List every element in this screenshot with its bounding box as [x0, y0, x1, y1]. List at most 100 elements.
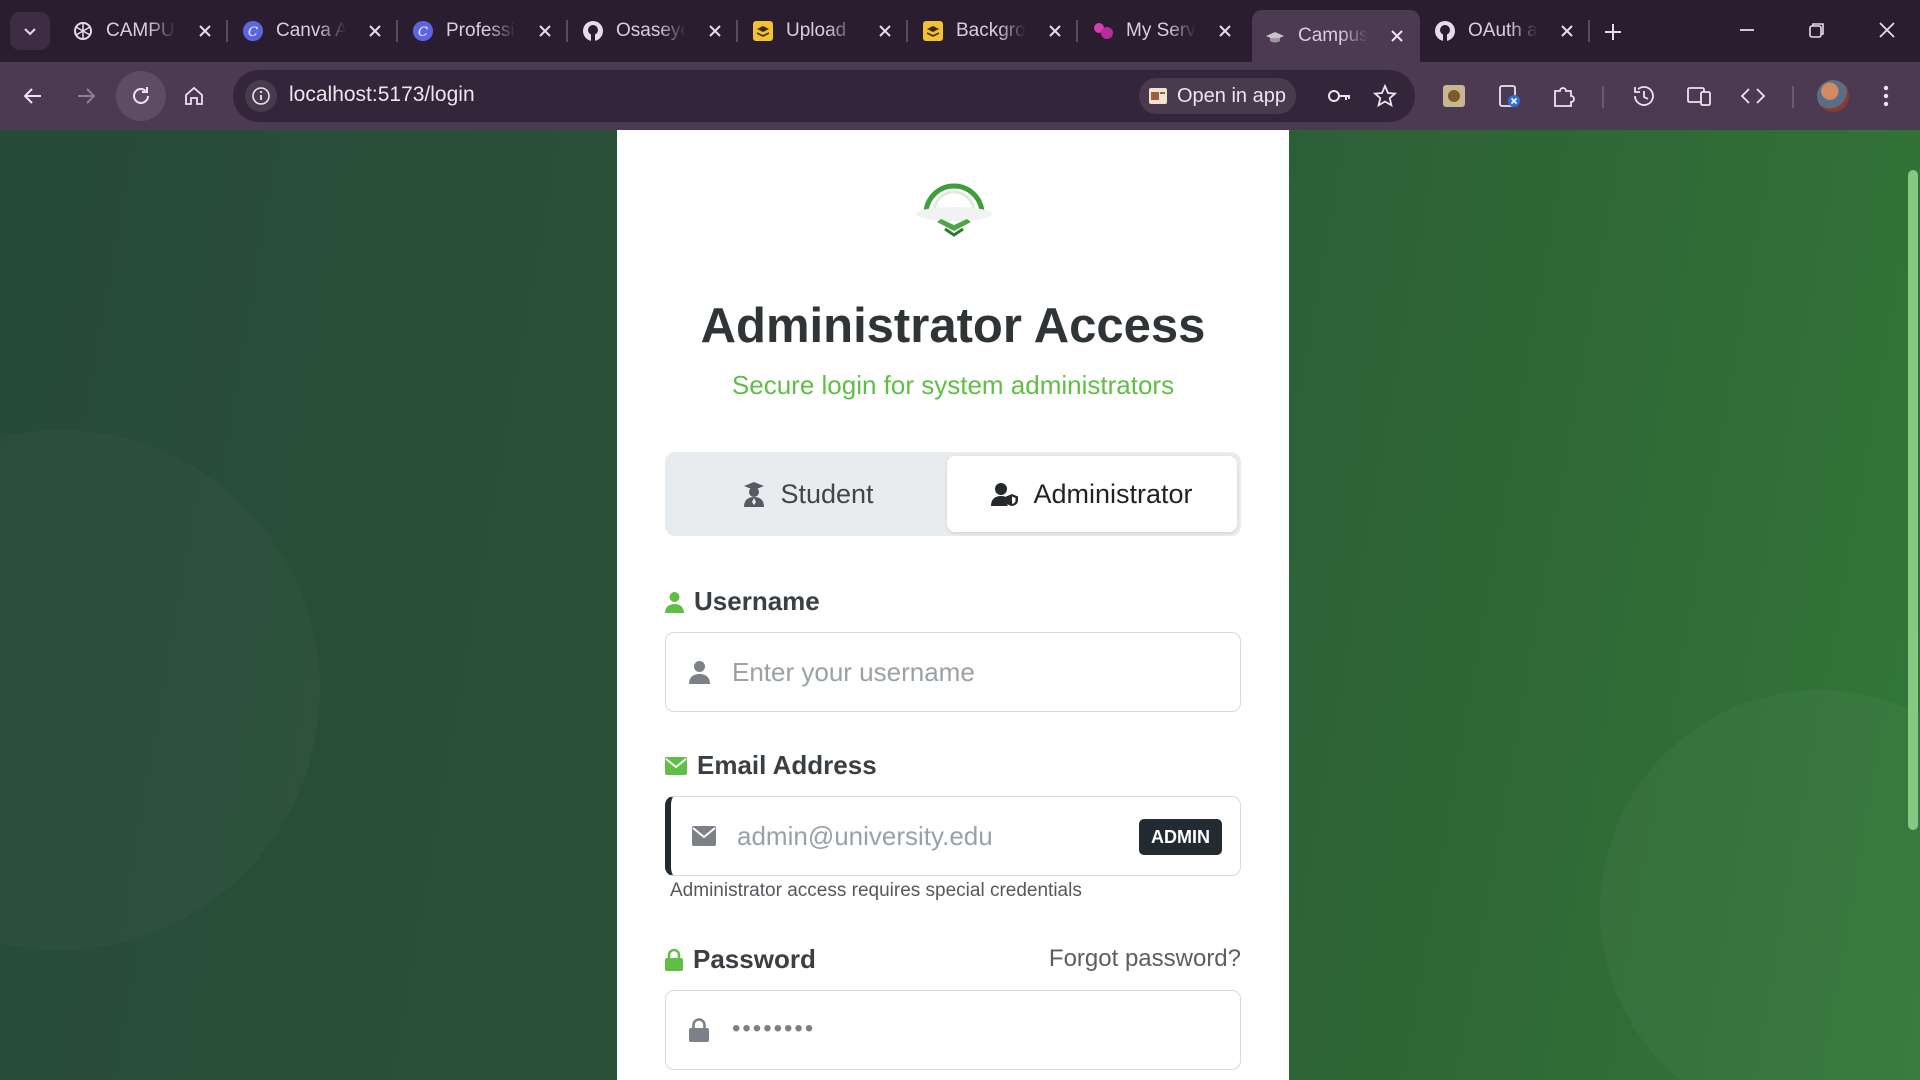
layers-icon	[752, 20, 774, 42]
graduate-icon	[742, 481, 766, 507]
lock-icon	[665, 948, 683, 971]
password-input[interactable]: ••••••••	[665, 990, 1241, 1070]
tab-strip: CAMPUS C Canva AI C Professional Osaseye…	[0, 0, 1920, 62]
tab-title: My Services	[1126, 20, 1196, 41]
username-input[interactable]: Enter your username	[665, 632, 1241, 712]
device-toggle-button[interactable]	[1683, 80, 1715, 112]
clipboard-x-icon	[1499, 85, 1520, 107]
student-role-button[interactable]: Student	[669, 456, 947, 532]
browser-tab-active[interactable]: Campus	[1252, 10, 1420, 62]
username-label: Username	[665, 586, 820, 617]
tab-title: Campus	[1298, 25, 1368, 46]
reload-button[interactable]	[116, 71, 166, 121]
reload-icon	[133, 87, 149, 104]
tab-title: Background	[956, 20, 1026, 41]
address-bar[interactable]: localhost:5173/login Open in app	[233, 70, 1415, 122]
close-icon[interactable]	[1212, 18, 1238, 44]
tab-separator	[566, 20, 568, 42]
password-key-button[interactable]	[1323, 80, 1355, 112]
tab-title: Canva AI	[276, 20, 346, 41]
tab-title: CAMPUS	[106, 20, 176, 41]
password-value: ••••••••	[732, 1015, 816, 1042]
open-in-app-label: Open in app	[1177, 84, 1286, 107]
close-icon[interactable]	[1384, 23, 1410, 49]
page-scrollbar[interactable]	[1908, 170, 1918, 830]
home-icon	[185, 86, 203, 105]
username-placeholder: Enter your username	[732, 657, 975, 687]
extension-button[interactable]	[1438, 80, 1470, 112]
campus-logo	[909, 174, 999, 244]
url-text[interactable]: localhost:5173/login	[289, 83, 475, 107]
code-icon	[1740, 88, 1766, 104]
history-button[interactable]	[1628, 80, 1660, 112]
chevron-down-icon	[24, 28, 36, 36]
tab-separator	[1588, 20, 1590, 42]
email-placeholder: admin@university.edu	[737, 821, 993, 851]
devtools-button[interactable]	[1737, 80, 1769, 112]
forgot-password-link[interactable]: Forgot password?	[1049, 945, 1241, 973]
envelope-icon	[689, 821, 719, 851]
email-input[interactable]: admin@university.edu ADMIN	[665, 796, 1241, 876]
envelope-icon	[665, 756, 687, 775]
user-icon	[684, 657, 714, 687]
tab-separator	[736, 20, 738, 42]
restore-icon	[1809, 23, 1824, 38]
admin-badge: ADMIN	[1139, 819, 1222, 855]
minimize-icon	[1740, 29, 1754, 31]
browser-tab[interactable]: Osaseye	[570, 10, 738, 52]
login-card: Administrator Access Secure login for sy…	[617, 130, 1289, 1080]
browser-tab[interactable]: C Canva AI	[230, 10, 398, 52]
site-info-button[interactable]	[245, 80, 277, 112]
forward-button[interactable]	[61, 71, 111, 121]
open-in-app-button[interactable]: Open in app	[1139, 78, 1296, 114]
new-tab-button[interactable]	[1597, 16, 1629, 48]
restore-button[interactable]	[1792, 10, 1842, 50]
close-window-button[interactable]	[1862, 10, 1912, 50]
tab-title: Osaseye	[616, 20, 686, 41]
campus-icon	[1264, 25, 1286, 47]
browser-toolbar: localhost:5173/login Open in app	[0, 62, 1920, 130]
bookmark-button[interactable]	[1369, 80, 1401, 112]
devices-icon	[1687, 87, 1711, 106]
toolbar-separator	[1792, 86, 1794, 108]
browser-tab[interactable]: My Services	[1080, 10, 1248, 52]
back-button[interactable]	[8, 71, 58, 121]
page-viewport: Administrator Access Secure login for sy…	[0, 130, 1920, 1080]
user-icon	[665, 591, 684, 613]
browser-tab[interactable]: Upload	[740, 10, 908, 52]
profile-avatar[interactable]	[1817, 80, 1849, 112]
background-decoration	[0, 430, 320, 950]
browser-tab[interactable]: CAMPUS	[60, 10, 228, 52]
close-icon[interactable]	[872, 18, 898, 44]
tab-separator	[1076, 20, 1078, 42]
browser-tab[interactable]: Background	[910, 10, 1078, 52]
extensions-button[interactable]	[1548, 80, 1580, 112]
openai-icon	[72, 20, 94, 42]
close-icon[interactable]	[1042, 18, 1068, 44]
password-label: Password	[665, 944, 816, 975]
tab-title: Professional	[446, 20, 516, 41]
extension-button[interactable]	[1493, 80, 1525, 112]
browser-tab[interactable]: C Professional	[400, 10, 568, 52]
puzzle-icon	[1554, 87, 1575, 107]
minimize-button[interactable]	[1722, 10, 1772, 50]
lock-icon	[684, 1015, 714, 1045]
browser-tab[interactable]: OAuth app	[1422, 10, 1590, 52]
close-icon[interactable]	[702, 18, 728, 44]
home-button[interactable]	[169, 71, 219, 121]
user-shield-icon	[991, 482, 1019, 506]
menu-button[interactable]	[1870, 80, 1902, 112]
svg-text:C: C	[418, 25, 428, 40]
extension-icon	[1443, 85, 1465, 107]
canva-icon: C	[242, 20, 264, 42]
close-icon[interactable]	[1554, 18, 1580, 44]
role-toggle: Student Administrator	[665, 452, 1241, 536]
close-icon[interactable]	[362, 18, 388, 44]
password-label-text: Password	[693, 944, 816, 974]
close-icon[interactable]	[532, 18, 558, 44]
history-icon	[1634, 86, 1654, 106]
app-window-icon	[1149, 88, 1167, 104]
tab-search-button[interactable]	[10, 12, 50, 50]
administrator-role-button[interactable]: Administrator	[947, 456, 1237, 532]
close-icon[interactable]	[192, 18, 218, 44]
